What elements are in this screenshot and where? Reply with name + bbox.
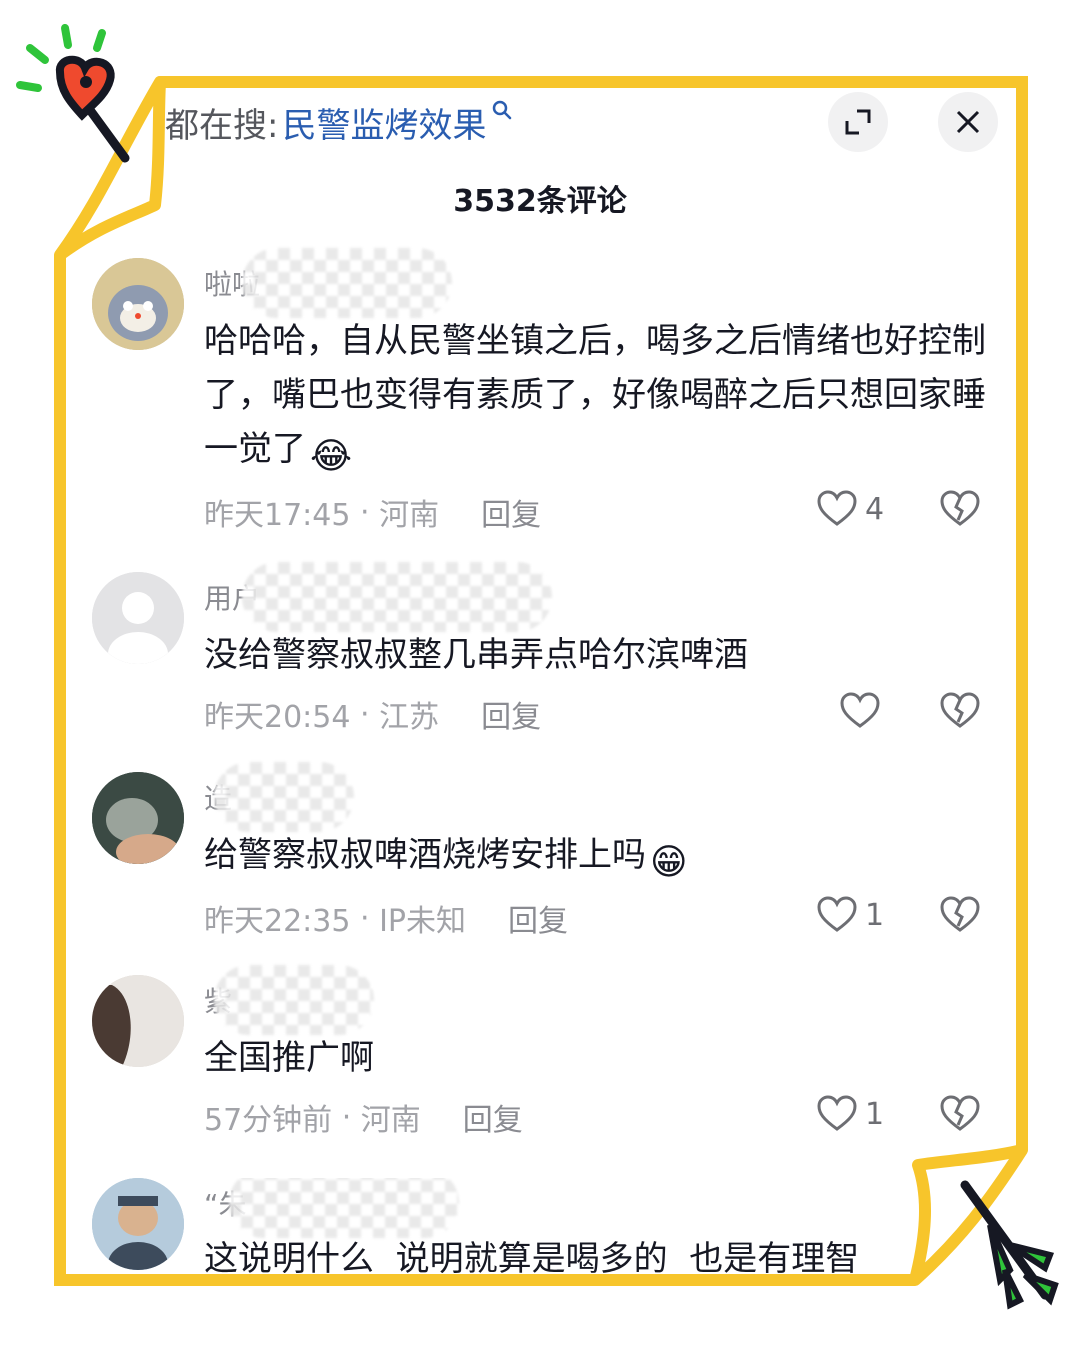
comment-text: 哈哈哈，自从民警坐镇之后，喝多之后情绪也好控制了，嘴巴也变得有素质了，好像喝醉之…: [204, 314, 994, 484]
comment-time: 57分钟前: [204, 1103, 333, 1138]
heart-icon: [817, 490, 857, 526]
comment-meta: 昨天17:45 · 河南 回复: [204, 490, 541, 534]
comment-time: 昨天20:54: [204, 700, 351, 735]
username-row: 啦啦: [204, 248, 453, 318]
avatar[interactable]: [92, 975, 184, 1067]
like-button[interactable]: 4: [817, 490, 884, 528]
redaction-mosaic: [228, 1178, 459, 1238]
comment-item: 啦啦 哈哈哈，自从民警坐镇之后，喝多之后情绪也好控制了，嘴巴也变得有素质了，好像…: [92, 248, 994, 538]
reply-button[interactable]: 回复: [481, 490, 541, 534]
reply-button[interactable]: 回复: [508, 896, 568, 940]
redaction-mosaic: [214, 965, 375, 1035]
comment-item: 造 给警察叔叔啤酒烧烤安排上吗😁 昨天22:35 · IP未知 回复 1: [92, 762, 994, 942]
comment-location: 河南: [379, 498, 440, 533]
dislike-button[interactable]: [940, 692, 980, 734]
comment-text: 全国推广啊: [204, 1031, 994, 1085]
comment-meta: 昨天22:35 · IP未知 回复: [204, 896, 568, 940]
like-button[interactable]: 1: [817, 1095, 884, 1133]
dislike-button[interactable]: [940, 1095, 980, 1137]
broken-heart-icon: [940, 1095, 980, 1131]
like-count: 4: [865, 491, 885, 527]
avatar[interactable]: [92, 572, 184, 664]
comment-text: 这说明什么 说明就算是喝多的 也是有理智: [204, 1232, 902, 1273]
comment-meta: 57分钟前 · 河南 回复: [204, 1095, 523, 1139]
grinning-emoji-icon: 😁: [650, 842, 688, 883]
comment-location: IP未知: [379, 904, 467, 939]
comment-count-title: 3532条评论: [453, 184, 627, 219]
comment-body: 这说明什么 说明就算是喝多的 也是有理智: [204, 1239, 860, 1273]
comment-body: 全国推广啊: [204, 1038, 374, 1078]
heart-pin-icon: [16, 24, 130, 163]
reply-button[interactable]: 回复: [481, 692, 541, 736]
search-term-link[interactable]: 民警监烤效果: [282, 98, 486, 147]
comment-body: 给警察叔叔啤酒烧烤安排上吗: [204, 835, 646, 875]
username-row: “朱: [204, 1178, 459, 1238]
reply-button[interactable]: 回复: [463, 1095, 523, 1139]
username-row: 用户: [204, 562, 553, 632]
comment-item: 紫 全国推广啊 57分钟前 · 河南 回复 1: [92, 965, 994, 1145]
like-count: 1: [865, 897, 885, 933]
comment-body: 没给警察叔叔整几串弄点哈尔滨啤酒: [204, 635, 748, 675]
broken-heart-icon: [940, 490, 980, 526]
dislike-button[interactable]: [940, 490, 980, 532]
redaction-mosaic: [242, 248, 453, 318]
avatar[interactable]: [92, 258, 184, 350]
comment-location: 河南: [360, 1103, 421, 1138]
broken-heart-icon: [940, 692, 980, 728]
comment-text: 没给警察叔叔整几串弄点哈尔滨啤酒: [204, 628, 994, 682]
separator: ·: [350, 696, 380, 732]
avatar[interactable]: [92, 772, 184, 864]
dislike-button[interactable]: [940, 896, 980, 938]
expand-button[interactable]: [828, 92, 888, 152]
heart-icon: [817, 896, 857, 932]
comment-location: 江苏: [379, 700, 440, 735]
like-count: 1: [865, 1096, 885, 1132]
username-row: 紫: [204, 965, 375, 1035]
avatar[interactable]: [92, 1178, 184, 1270]
redaction-mosaic: [242, 562, 553, 632]
separator: ·: [350, 494, 380, 530]
laughing-emoji-icon: 😂: [310, 436, 353, 477]
broken-heart-icon: [940, 896, 980, 932]
heart-icon: [817, 1095, 857, 1131]
comment-meta: 昨天20:54 · 江苏 回复: [204, 692, 541, 736]
close-icon: [956, 110, 980, 134]
leaf-branch-icon: [960, 1180, 1059, 1310]
separator: ·: [350, 900, 380, 936]
comment-item: 用户 没给警察叔叔整几串弄点哈尔滨啤酒 昨天20:54 · 江苏 回复: [92, 562, 994, 742]
expand-icon: [845, 109, 871, 135]
search-prefix: 都在搜:: [165, 105, 279, 146]
heart-icon: [840, 692, 880, 728]
username-row: 造: [204, 762, 355, 832]
comment-time: 昨天17:45: [204, 498, 351, 533]
search-suggestion-bar[interactable]: 都在搜: 民警监烤效果: [165, 92, 512, 152]
close-button[interactable]: [938, 92, 998, 152]
like-button[interactable]: 1: [817, 896, 884, 934]
comment-item: “朱 这说明什么 说明就算是喝多的 也是有理智: [92, 1178, 902, 1273]
comment-time: 昨天22:35: [204, 904, 351, 939]
separator: ·: [332, 1099, 361, 1135]
comment-text: 给警察叔叔啤酒烧烤安排上吗 😁: [204, 828, 994, 890]
redaction-mosaic: [214, 762, 355, 832]
like-button[interactable]: [840, 692, 880, 730]
search-icon: [492, 100, 512, 125]
